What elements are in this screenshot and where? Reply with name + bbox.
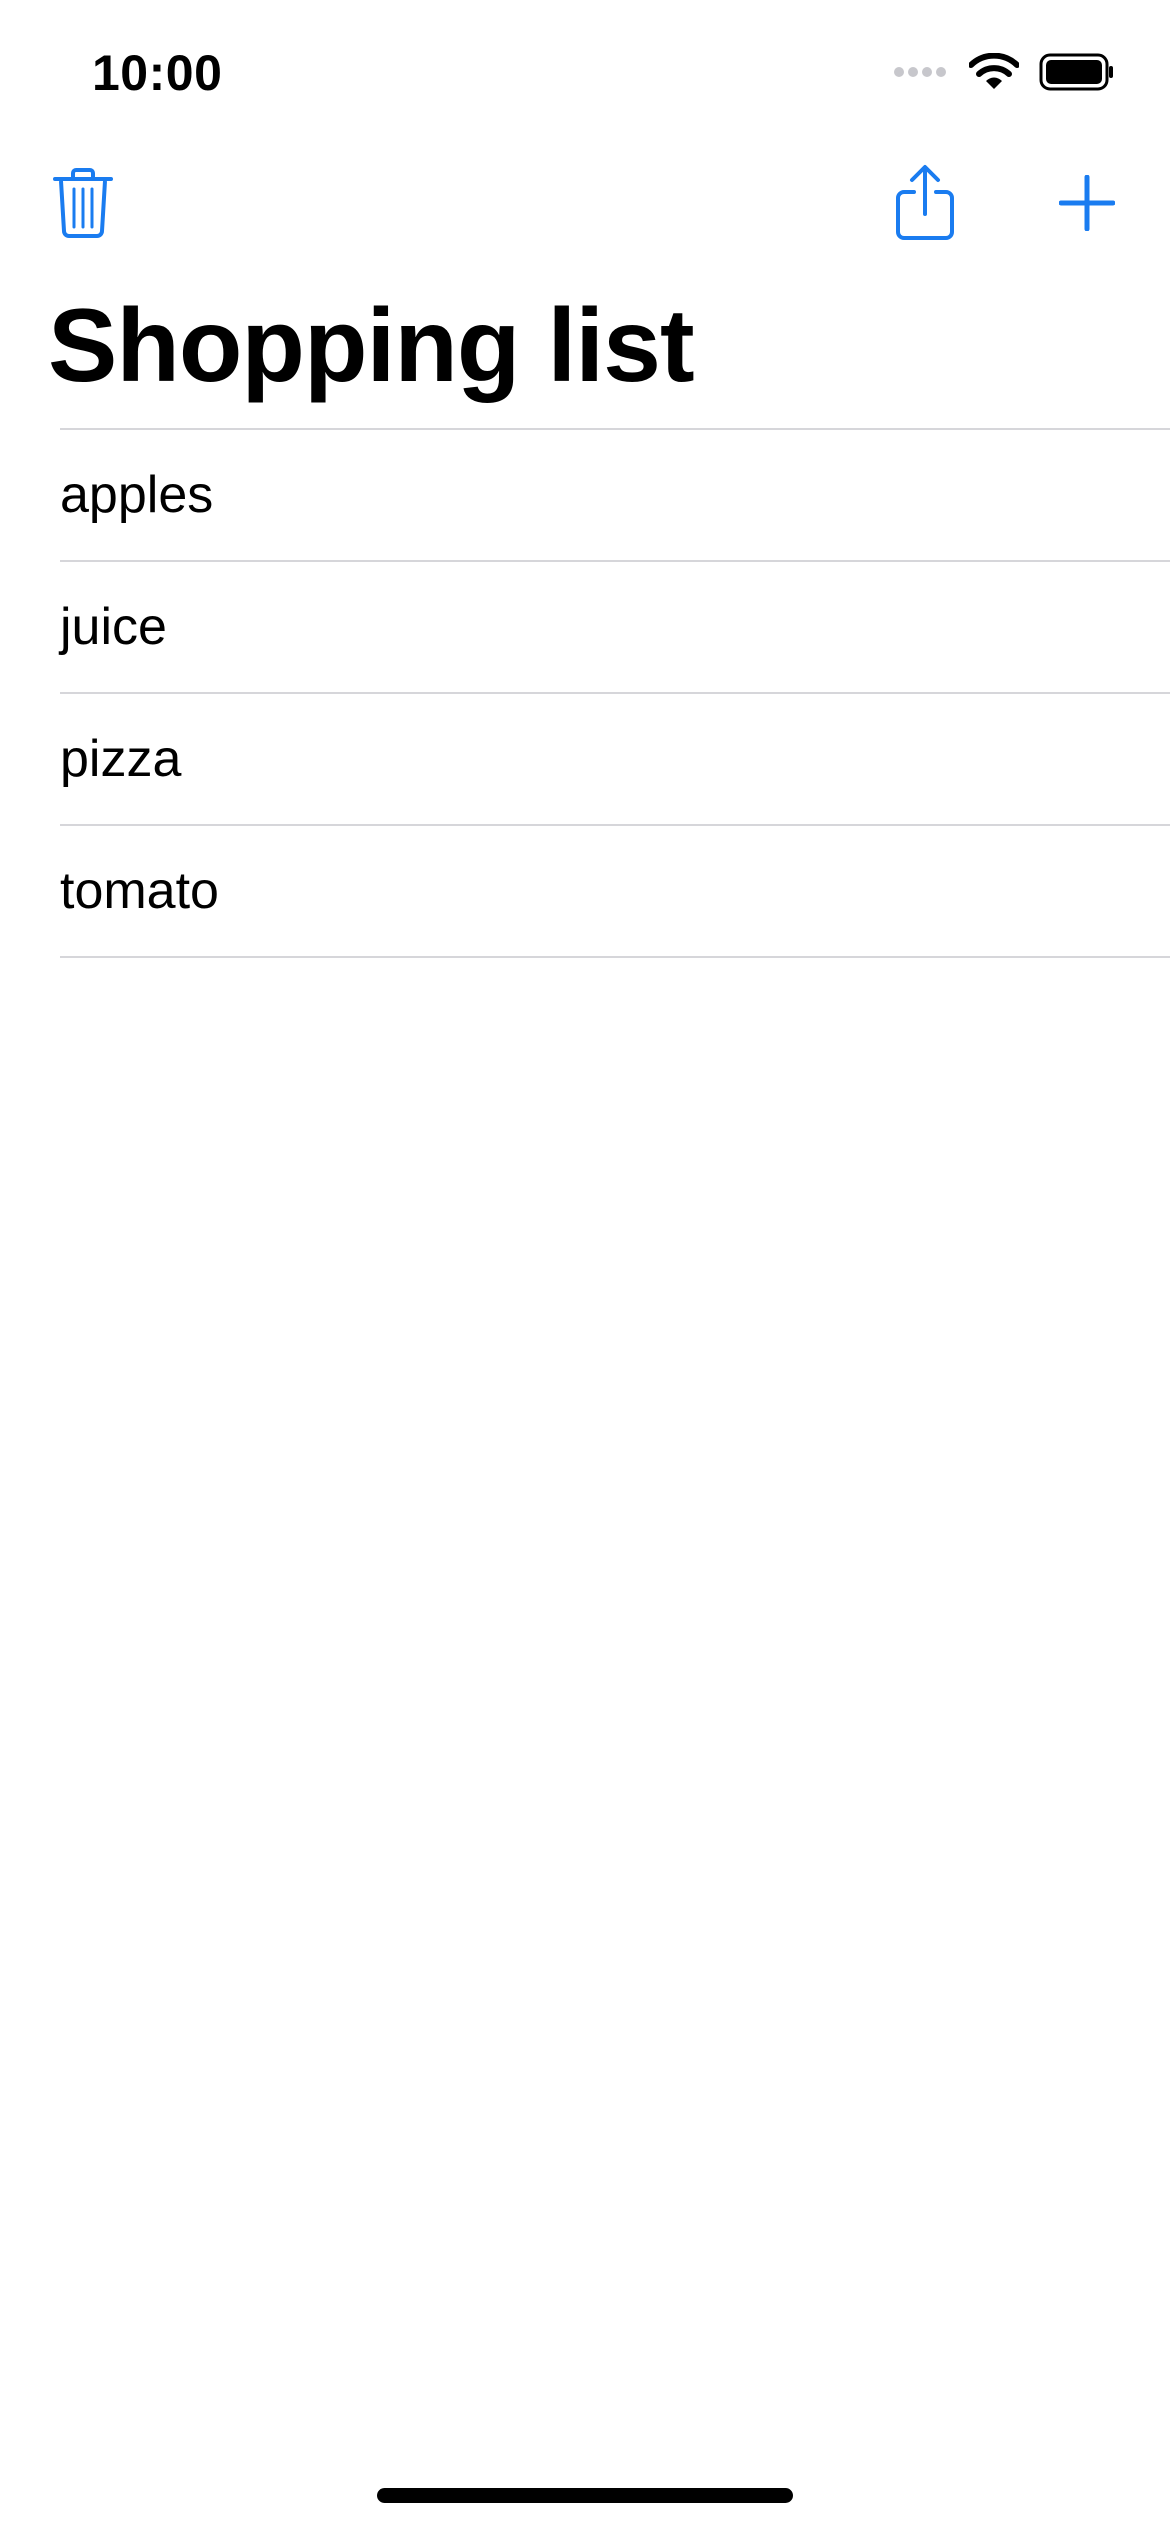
share-icon — [894, 164, 956, 247]
list-item-label: juice — [60, 598, 167, 656]
list-item-label: apples — [60, 466, 214, 524]
nav-bar — [0, 150, 1170, 270]
wifi-icon — [968, 52, 1020, 96]
status-icons — [893, 52, 1115, 96]
signal-dots-icon — [893, 65, 949, 84]
home-indicator[interactable] — [377, 2488, 793, 2503]
shopping-list: apples juice pizza tomato — [60, 428, 1170, 958]
list-item[interactable]: tomato — [60, 826, 1170, 958]
list-item-label: tomato — [60, 862, 219, 920]
share-button[interactable] — [870, 150, 980, 260]
status-time: 10:00 — [92, 45, 223, 101]
status-bar: 10:00 — [0, 0, 1170, 140]
page-title: Shopping list — [48, 288, 695, 404]
add-item-button[interactable] — [1032, 150, 1142, 260]
list-item[interactable]: apples — [60, 430, 1170, 562]
list-item[interactable]: juice — [60, 562, 1170, 694]
plus-icon — [1058, 174, 1116, 236]
list-item[interactable]: pizza — [60, 694, 1170, 826]
trash-icon — [51, 167, 115, 244]
delete-button[interactable] — [28, 150, 138, 260]
list-item-label: pizza — [60, 730, 182, 788]
battery-icon — [1039, 53, 1115, 96]
